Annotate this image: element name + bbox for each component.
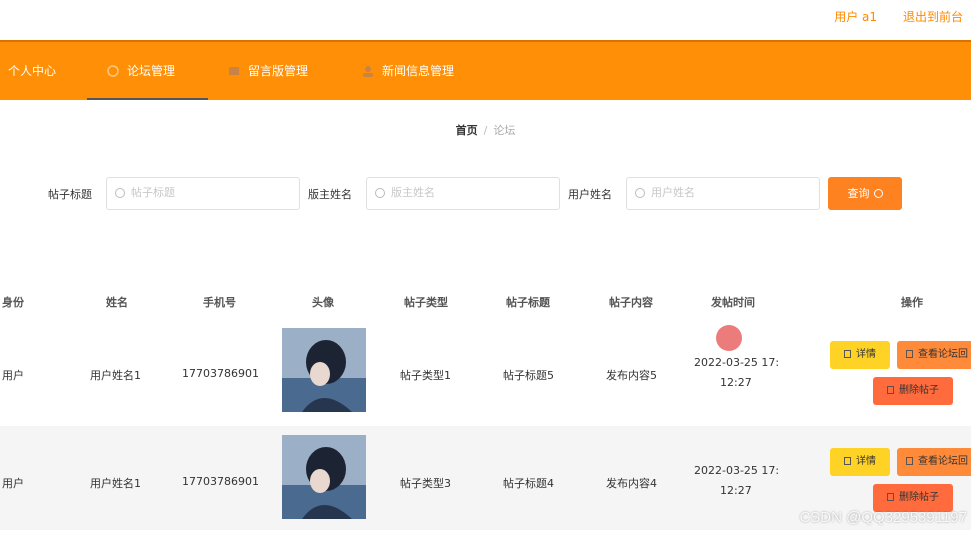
column-header: 操作 <box>901 296 923 309</box>
search-bar: 帖子标题 版主姓名 用户姓名 查询 <box>0 177 971 210</box>
delete-post-button-label: 删除帖子 <box>899 492 939 503</box>
table-row: 用户 用户姓名1 17703786901 帖子类型1 帖子标题5 发布内容5 2… <box>0 322 971 426</box>
document-icon <box>844 350 851 358</box>
post-title-input[interactable] <box>131 186 281 199</box>
detail-button[interactable]: 详情 <box>830 448 890 476</box>
nav-item-news-management[interactable]: 新闻信息管理 <box>362 42 454 100</box>
role-cell: 用户 <box>2 477 24 490</box>
post-time-cell: 2022-03-25 17: <box>694 356 780 369</box>
nav-item-label: 留言版管理 <box>248 64 309 78</box>
post-content-cell: 发布内容4 <box>606 477 657 490</box>
watermark: CSDN @QQ3295391197 <box>799 509 967 526</box>
post-title-cell: 帖子标题5 <box>503 369 554 382</box>
forum-icon <box>107 65 119 77</box>
cursor-highlight <box>716 325 742 351</box>
breadcrumb-home[interactable]: 首页 <box>456 124 478 137</box>
document-icon <box>844 457 851 465</box>
breadcrumb-current: 论坛 <box>493 124 516 137</box>
search-icon <box>115 188 125 198</box>
search-icon <box>635 188 645 198</box>
avatar <box>282 435 366 519</box>
post-time-cell-continued: 12:27 <box>720 484 752 497</box>
owner-name-field <box>366 177 560 210</box>
edit-icon <box>906 457 913 465</box>
exit-to-frontend-link[interactable]: 退出到前台 <box>903 8 963 25</box>
post-title-label: 帖子标题 <box>48 188 92 201</box>
user-name-label: 用户姓名 <box>568 188 612 201</box>
delete-post-button[interactable]: 删除帖子 <box>873 377 953 405</box>
user-icon <box>363 66 373 77</box>
nav-item-message-board[interactable]: 留言版管理 <box>228 42 308 100</box>
view-replies-button[interactable]: 查看论坛回 <box>897 448 971 476</box>
user-name-field <box>626 177 820 210</box>
phone-cell: 17703786901 <box>182 367 259 380</box>
breadcrumb: 首页 / 论坛 <box>0 122 971 138</box>
message-icon <box>229 67 239 75</box>
nav-item-forum-management[interactable]: 论坛管理 <box>87 42 208 100</box>
post-title-field <box>106 177 300 210</box>
breadcrumb-separator: / <box>483 124 488 137</box>
column-header: 帖子标题 <box>506 296 550 309</box>
current-user: 用户 a1 <box>834 10 877 24</box>
nav-item-personal-center[interactable]: 个人中心 <box>8 42 56 100</box>
view-replies-button[interactable]: 查看论坛回 <box>897 341 971 369</box>
detail-button-label: 详情 <box>856 456 876 467</box>
view-replies-button-label: 查看论坛回 <box>918 349 968 360</box>
detail-button[interactable]: 详情 <box>830 341 890 369</box>
avatar <box>282 328 366 412</box>
detail-button-label: 详情 <box>856 349 876 360</box>
post-time-cell: 2022-03-25 17: <box>694 464 780 477</box>
column-header: 发帖时间 <box>711 296 755 309</box>
trash-icon <box>887 493 894 501</box>
user-name-input[interactable] <box>651 186 801 199</box>
view-replies-button-label: 查看论坛回 <box>918 456 968 467</box>
delete-post-button-label: 删除帖子 <box>899 385 939 396</box>
nav-item-label: 个人中心 <box>8 64 57 78</box>
nav-item-label: 论坛管理 <box>127 64 176 78</box>
owner-name-label: 版主姓名 <box>308 188 352 201</box>
role-cell: 用户 <box>2 369 24 382</box>
owner-name-input[interactable] <box>391 186 541 199</box>
post-type-cell: 帖子类型1 <box>400 369 451 382</box>
post-title-cell: 帖子标题4 <box>503 477 554 490</box>
post-type-cell: 帖子类型3 <box>400 477 451 490</box>
post-time-cell-continued: 12:27 <box>720 376 752 389</box>
nav-item-label: 新闻信息管理 <box>382 64 455 78</box>
column-header: 身份 <box>2 296 24 309</box>
column-header: 头像 <box>312 296 334 309</box>
edit-icon <box>906 350 913 358</box>
name-cell: 用户姓名1 <box>90 477 141 490</box>
column-header: 姓名 <box>106 296 128 309</box>
column-header: 帖子类型 <box>404 296 448 309</box>
delete-post-button[interactable]: 删除帖子 <box>873 484 953 512</box>
table-header: 身份 姓名 手机号 头像 帖子类型 帖子标题 帖子内容 发帖时间 操作 <box>0 280 971 322</box>
column-header: 帖子内容 <box>609 296 653 309</box>
column-header: 手机号 <box>203 296 236 309</box>
phone-cell: 17703786901 <box>182 475 259 488</box>
top-bar: 用户 a1 退出到前台 <box>0 0 971 40</box>
query-button[interactable]: 查询 <box>828 177 902 210</box>
search-icon <box>873 189 883 198</box>
trash-icon <box>887 386 894 394</box>
name-cell: 用户姓名1 <box>90 369 141 382</box>
query-button-label: 查询 <box>847 187 870 200</box>
post-content-cell: 发布内容5 <box>606 369 657 382</box>
main-nav: 个人中心 论坛管理 留言版管理 新闻信息管理 <box>0 40 971 100</box>
search-icon <box>375 188 385 198</box>
